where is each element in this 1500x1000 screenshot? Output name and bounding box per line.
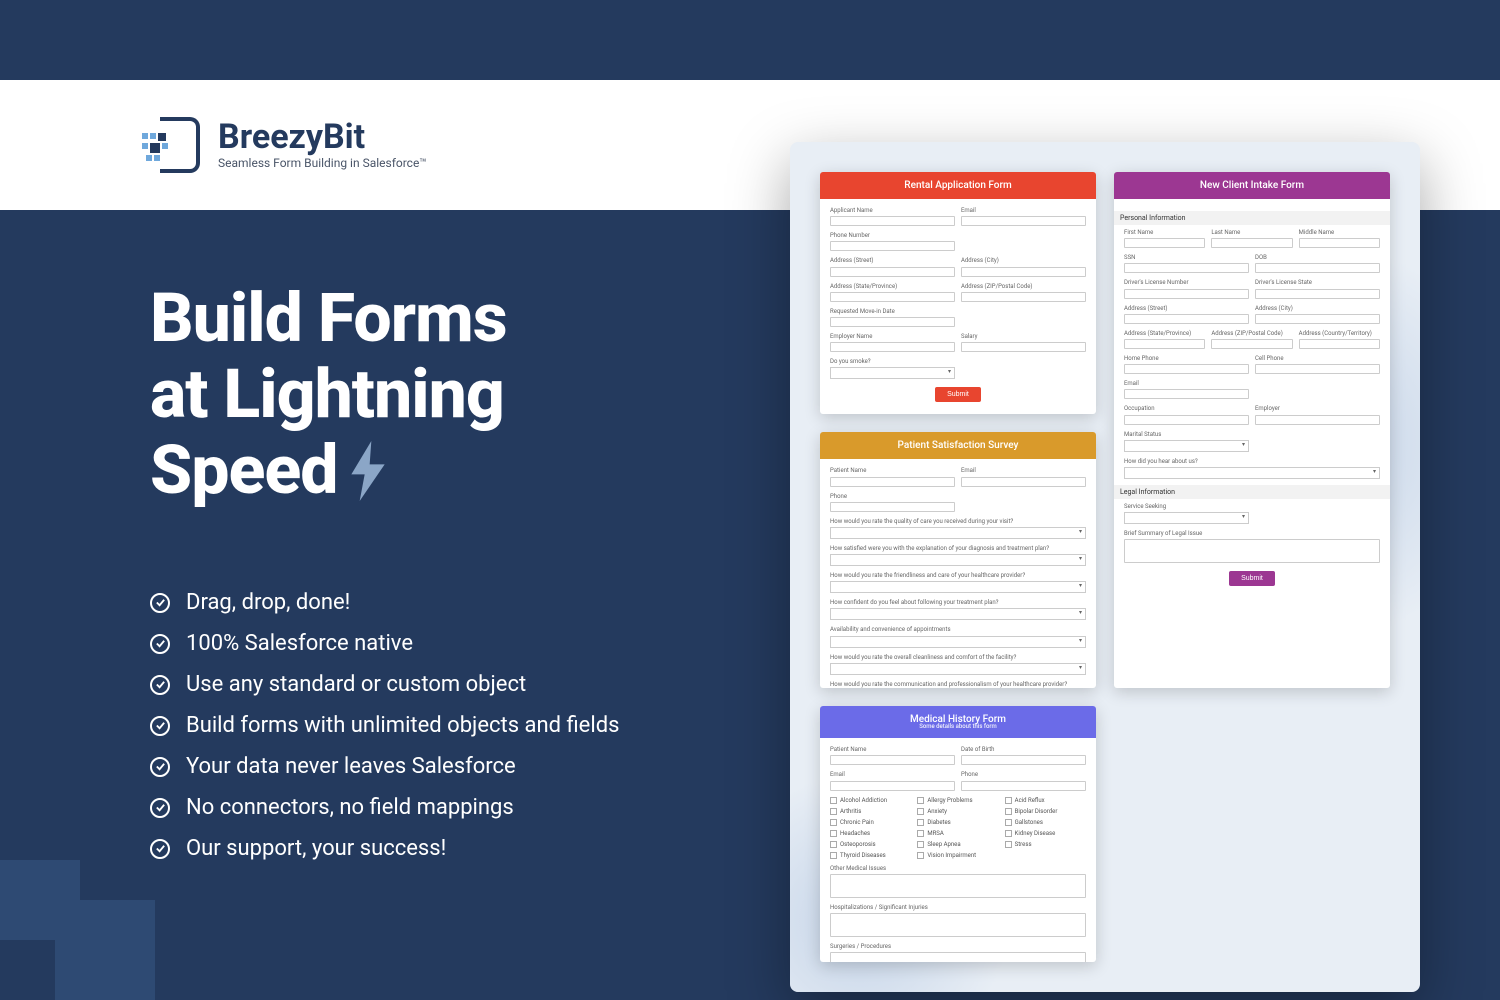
feature-text: Use any standard or custom object <box>186 672 526 697</box>
forms-preview: Rental Application Form Applicant NameEm… <box>790 142 1420 992</box>
feature-text: No connectors, no field mappings <box>186 795 514 820</box>
hero-line-2: at Lightning <box>150 356 507 432</box>
check-icon <box>150 716 170 736</box>
feature-item: No connectors, no field mappings <box>150 795 619 820</box>
survey-form-card: Patient Satisfaction Survey Patient Name… <box>820 432 1096 688</box>
rental-form-card: Rental Application Form Applicant NameEm… <box>820 172 1096 414</box>
feature-item: Your data never leaves Salesforce <box>150 754 619 779</box>
feature-item: Our support, your success! <box>150 836 619 861</box>
hero: Build Forms at Lightning Speed <box>150 280 507 508</box>
hero-line-1: Build Forms <box>150 280 507 356</box>
feature-list: Drag, drop, done! 100% Salesforce native U… <box>150 590 619 877</box>
bg-square <box>55 900 155 1000</box>
feature-item: Use any standard or custom object <box>150 672 619 697</box>
feature-text: Build forms with unlimited objects and f… <box>186 713 619 738</box>
feature-item: 100% Salesforce native <box>150 631 619 656</box>
check-icon <box>150 634 170 654</box>
check-icon <box>150 798 170 818</box>
medical-form-subtitle: Some details about this form <box>828 723 1088 730</box>
logo-icon <box>140 117 200 173</box>
rental-form-title: Rental Application Form <box>820 172 1096 199</box>
check-icon <box>150 675 170 695</box>
lightning-icon <box>348 440 388 500</box>
feature-text: Drag, drop, done! <box>186 590 350 615</box>
top-bar <box>0 0 1500 80</box>
check-icon <box>150 593 170 613</box>
rental-submit-button[interactable]: Submit <box>935 387 981 402</box>
brand-name: BreezyBit <box>218 120 427 154</box>
client-form-title: New Client Intake Form <box>1114 172 1390 199</box>
logo: BreezyBit Seamless Form Building in Sale… <box>140 117 427 173</box>
check-icon <box>150 839 170 859</box>
check-icon <box>150 757 170 777</box>
feature-text: Your data never leaves Salesforce <box>186 754 516 779</box>
main-panel: Build Forms at Lightning Speed Drag, dro… <box>0 210 1500 1000</box>
hero-line-3: Speed <box>150 432 338 508</box>
survey-form-title: Patient Satisfaction Survey <box>820 432 1096 459</box>
feature-item: Drag, drop, done! <box>150 590 619 615</box>
feature-text: Our support, your success! <box>186 836 446 861</box>
client-form-card: New Client Intake Form Personal Informat… <box>1114 172 1390 688</box>
brand-tagline: Seamless Form Building in Salesforce™ <box>218 156 427 170</box>
client-submit-button[interactable]: Submit <box>1229 571 1275 586</box>
feature-item: Build forms with unlimited objects and f… <box>150 713 619 738</box>
feature-text: 100% Salesforce native <box>186 631 413 656</box>
medical-form-card: Medical History Form Some details about … <box>820 706 1096 962</box>
